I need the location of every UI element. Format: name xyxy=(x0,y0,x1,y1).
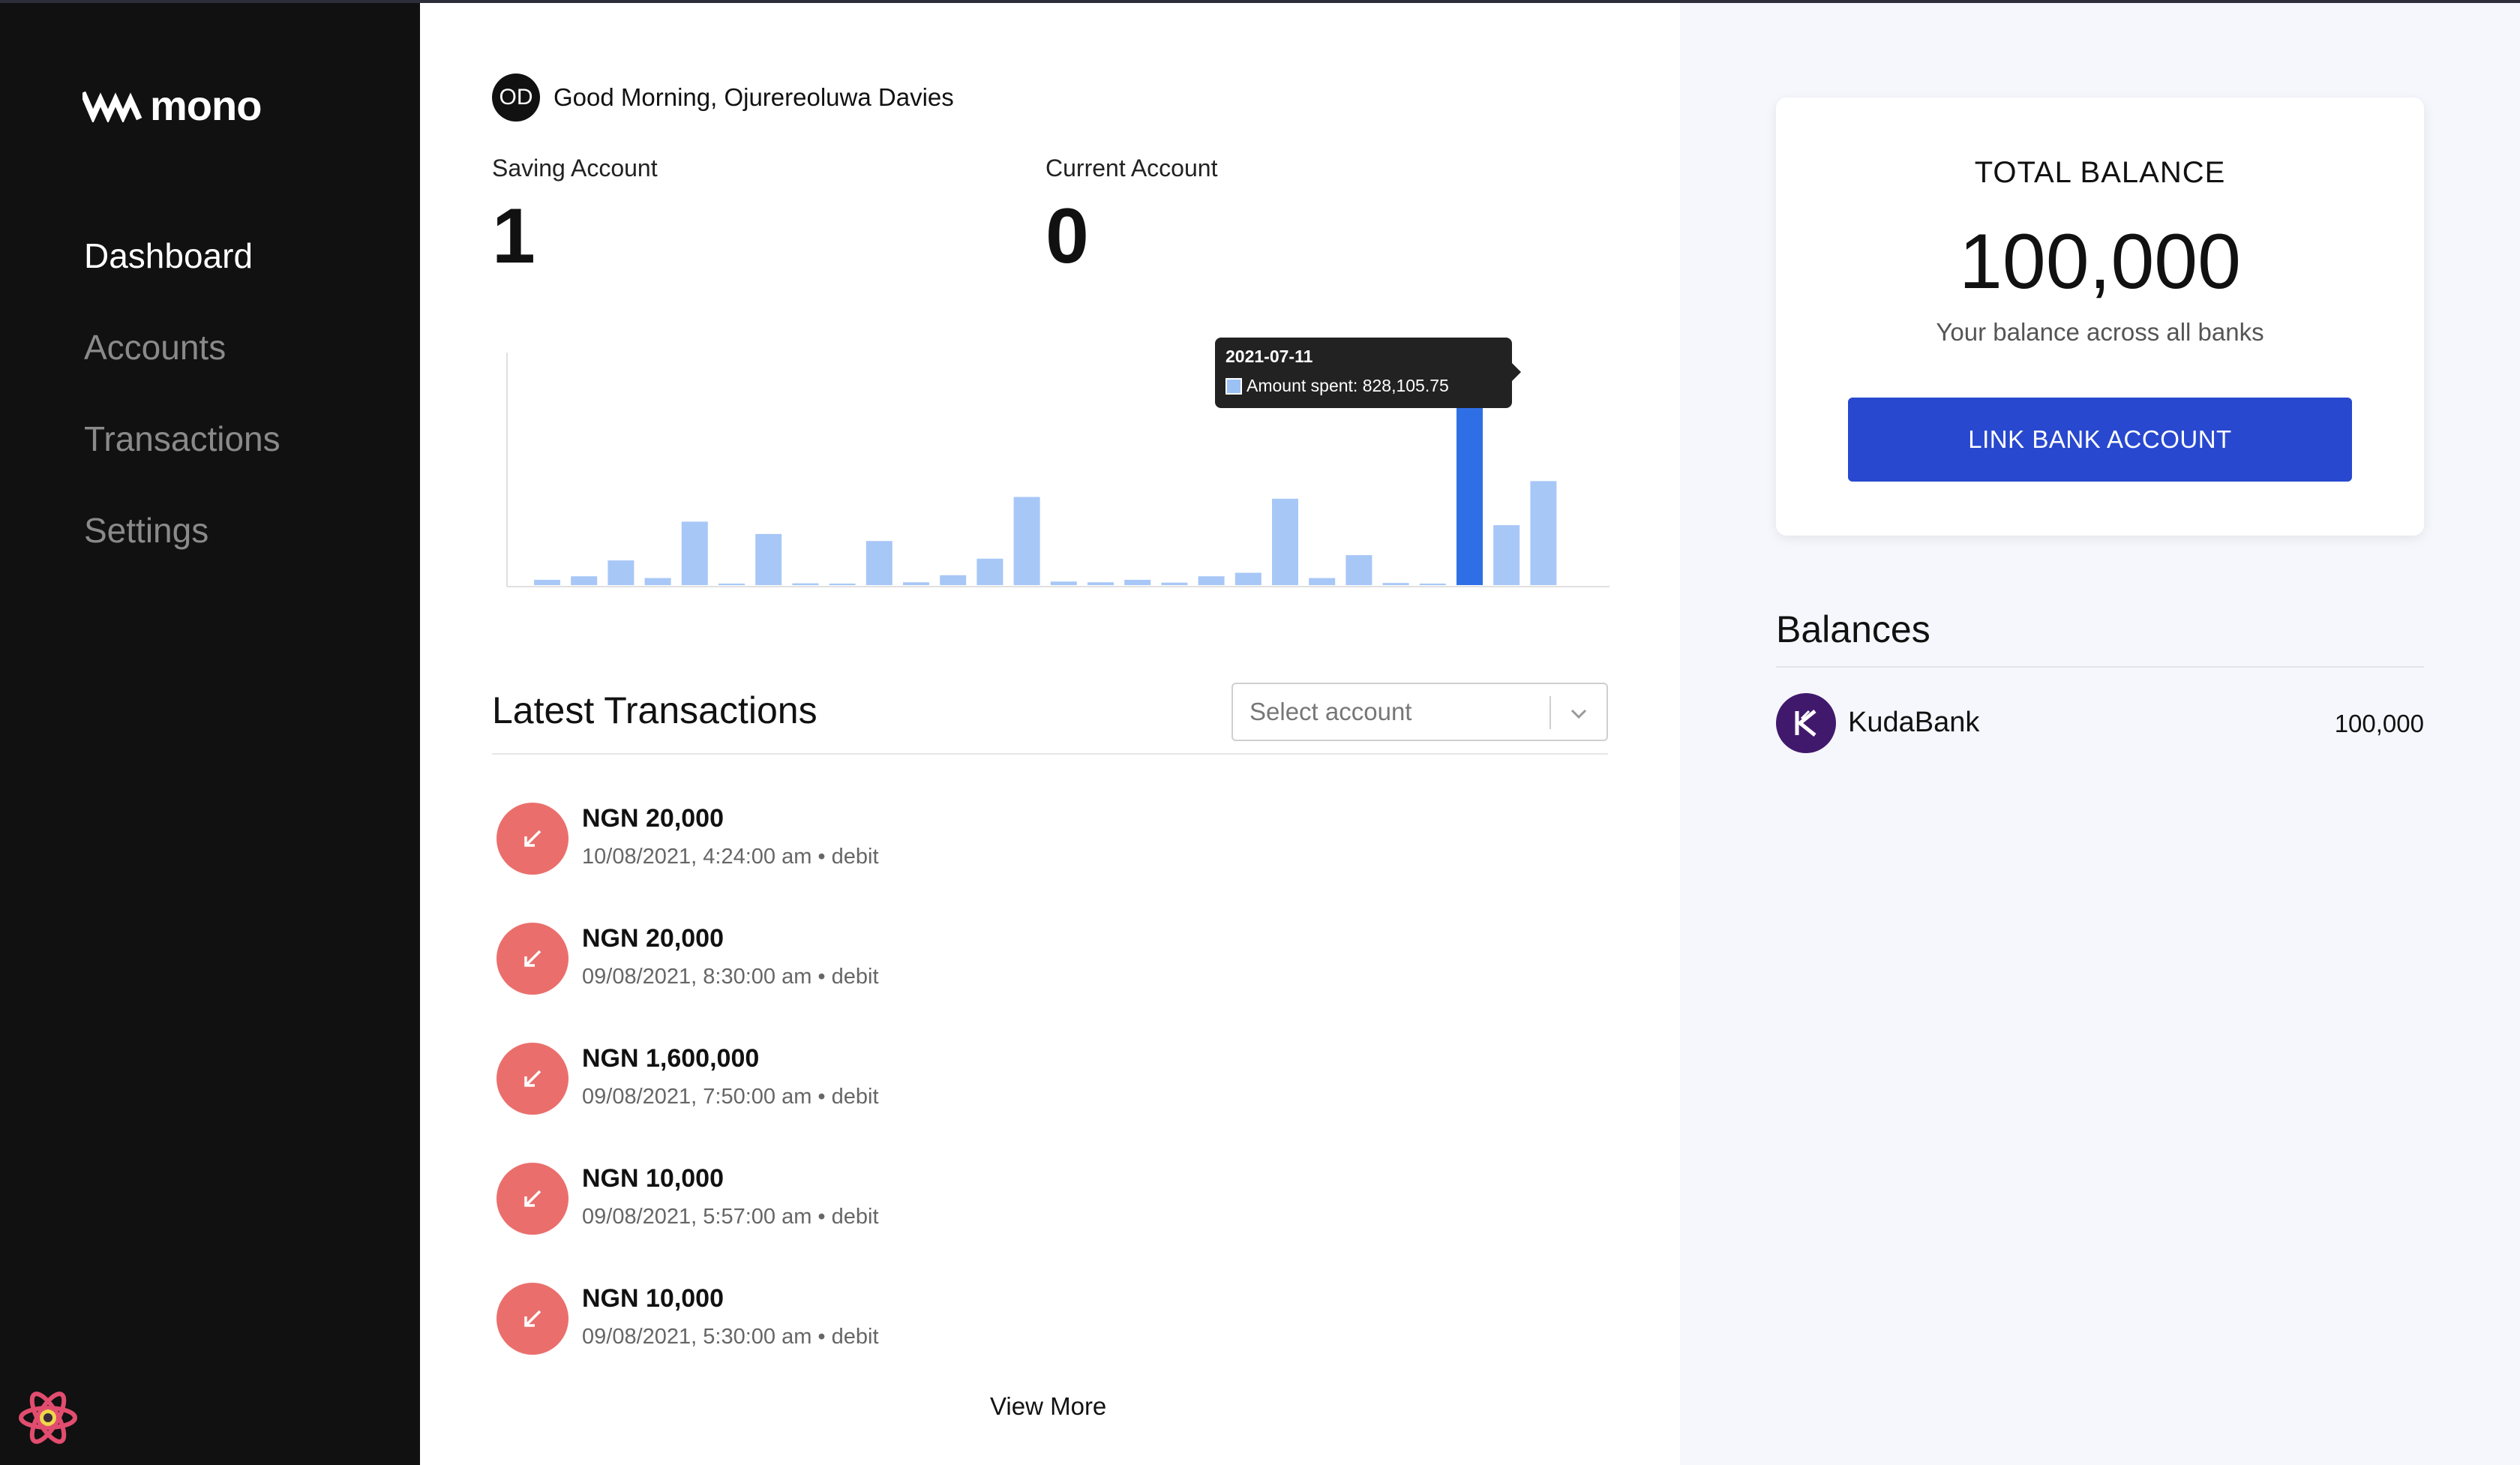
transaction-meta: 10/08/2021, 4:24:00 am • debit xyxy=(582,845,879,869)
transaction-meta: 09/08/2021, 5:30:00 am • debit xyxy=(582,1325,879,1349)
account-select[interactable]: Select account xyxy=(1232,683,1608,741)
balances-title: Balances xyxy=(1776,608,1930,650)
debit-arrow-icon xyxy=(496,1163,568,1235)
chart-bar[interactable] xyxy=(755,533,782,585)
chart-bar[interactable] xyxy=(1198,576,1225,585)
bank-balance-amount: 100,000 xyxy=(2334,710,2424,737)
chart-bar[interactable] xyxy=(534,579,560,585)
current-account-label: Current Account xyxy=(1046,155,1218,182)
sidebar-nav: Dashboard Accounts Transactions Settings xyxy=(84,233,280,599)
brand-name: mono xyxy=(150,82,262,129)
transaction-item[interactable]: NGN 10,000 09/08/2021, 5:57:00 am • debi… xyxy=(492,1155,1092,1275)
chart-bar[interactable] xyxy=(1124,579,1151,585)
saving-account-label: Saving Account xyxy=(492,155,658,182)
sidebar-item-accounts[interactable]: Accounts xyxy=(84,324,280,416)
chart-bar[interactable] xyxy=(1088,582,1114,585)
transaction-amount: NGN 10,000 xyxy=(582,1164,724,1193)
greeting-text: Good Morning, Ojurereoluwa Davies xyxy=(554,83,954,111)
sidebar: mono Dashboard Accounts Transactions Set… xyxy=(0,0,420,1465)
transactions-header: Latest Transactions Select account xyxy=(492,680,1608,755)
transaction-meta: 09/08/2021, 8:30:00 am • debit xyxy=(582,965,879,989)
transaction-meta: 09/08/2021, 5:57:00 am • debit xyxy=(582,1205,879,1229)
greeting-bar: OD Good Morning, Ojurereoluwa Davies xyxy=(492,74,954,122)
total-balance-value: 100,000 xyxy=(1959,218,2241,305)
tooltip-date: 2021-07-11 xyxy=(1226,347,1313,366)
sidebar-item-transactions[interactable]: Transactions xyxy=(84,416,280,507)
tooltip-swatch xyxy=(1226,377,1242,395)
chart-bar[interactable] xyxy=(571,576,598,585)
chart-bar[interactable] xyxy=(1050,581,1077,585)
chart-bar[interactable] xyxy=(829,584,856,585)
chart-bar[interactable] xyxy=(1013,497,1040,585)
account-select-placeholder: Select account xyxy=(1250,698,1412,725)
chart-bar[interactable] xyxy=(1272,498,1298,585)
chart-bar[interactable] xyxy=(1234,572,1262,585)
chart-bar[interactable] xyxy=(644,578,671,585)
mono-logo-icon xyxy=(82,91,142,122)
window-top-border xyxy=(0,0,2520,3)
debit-arrow-icon xyxy=(496,1283,568,1355)
transaction-amount: NGN 1,600,000 xyxy=(582,1044,760,1073)
transaction-meta: 09/08/2021, 7:50:00 am • debit xyxy=(582,1085,879,1109)
transaction-item[interactable]: NGN 10,000 09/08/2021, 5:30:00 am • debi… xyxy=(492,1275,1092,1395)
chart-bar[interactable] xyxy=(718,584,745,585)
sidebar-item-settings[interactable]: Settings xyxy=(84,507,280,599)
total-balance-subtitle: Your balance across all banks xyxy=(1936,318,2264,346)
balances-divider xyxy=(1776,666,2424,668)
react-devtools-icon[interactable] xyxy=(16,1386,80,1449)
transaction-amount: NGN 10,000 xyxy=(582,1284,724,1313)
chart-tooltip: 2021-07-11 Amount spent: 828,105.75 xyxy=(1215,338,1521,408)
transaction-item[interactable]: NGN 1,600,000 09/08/2021, 7:50:00 am • d… xyxy=(492,1035,1092,1155)
chart-bar[interactable] xyxy=(976,558,1004,585)
avatar[interactable]: OD xyxy=(492,74,540,122)
select-divider xyxy=(1550,696,1551,729)
transaction-amount: NGN 20,000 xyxy=(582,924,724,953)
sidebar-item-dashboard[interactable]: Dashboard xyxy=(84,233,280,324)
kudabank-logo-icon xyxy=(1776,693,1836,753)
chart-bar[interactable] xyxy=(940,575,967,585)
chart-bar[interactable] xyxy=(903,582,929,585)
brand-logo[interactable]: mono xyxy=(82,81,262,130)
chart-bar[interactable] xyxy=(1493,525,1520,585)
total-balance-label: TOTAL BALANCE xyxy=(1974,156,2226,189)
main-content: OD Good Morning, Ojurereoluwa Davies Sav… xyxy=(420,0,1680,1465)
chart-bar[interactable] xyxy=(792,583,819,585)
chart-bar[interactable] xyxy=(1419,584,1446,585)
chart-bar[interactable] xyxy=(1530,481,1557,585)
chart-bar[interactable] xyxy=(1382,583,1409,585)
debit-arrow-icon xyxy=(496,803,568,875)
total-balance-card: TOTAL BALANCE 100,000 Your balance acros… xyxy=(1776,98,2424,536)
chart-bar[interactable] xyxy=(608,560,634,585)
chart-bar[interactable] xyxy=(1346,555,1372,585)
transaction-item[interactable]: NGN 20,000 10/08/2021, 4:24:00 am • debi… xyxy=(492,795,1092,915)
current-account-count: 0 xyxy=(1046,193,1089,280)
saving-account-stat: Saving Account 1 xyxy=(492,155,658,275)
chevron-down-icon xyxy=(1570,709,1587,719)
chart-bar[interactable] xyxy=(681,521,708,585)
debit-arrow-icon xyxy=(496,923,568,995)
saving-account-count: 1 xyxy=(492,193,536,280)
debit-arrow-icon xyxy=(496,1043,568,1115)
chart-bar[interactable] xyxy=(1309,578,1336,585)
bank-balance-row[interactable]: KudaBank 100,000 xyxy=(1776,693,2424,753)
transactions-title: Latest Transactions xyxy=(492,689,818,731)
view-more-link[interactable]: View More xyxy=(990,1392,1106,1421)
transaction-list: NGN 20,000 10/08/2021, 4:24:00 am • debi… xyxy=(492,795,1092,1395)
current-account-stat: Current Account 0 xyxy=(1046,155,1217,275)
transaction-amount: NGN 20,000 xyxy=(582,804,724,833)
link-bank-account-button[interactable]: LINK BANK ACCOUNT xyxy=(1848,398,2352,482)
chart-bar[interactable] xyxy=(866,541,892,585)
bank-name: KudaBank xyxy=(1848,707,1980,738)
balance-panel: TOTAL BALANCE 100,000 Your balance acros… xyxy=(1680,0,2520,1465)
tooltip-value: Amount spent: 828,105.75 xyxy=(1246,376,1449,395)
chart-bar[interactable] xyxy=(1161,582,1188,585)
transaction-item[interactable]: NGN 20,000 09/08/2021, 8:30:00 am • debi… xyxy=(492,915,1092,1035)
